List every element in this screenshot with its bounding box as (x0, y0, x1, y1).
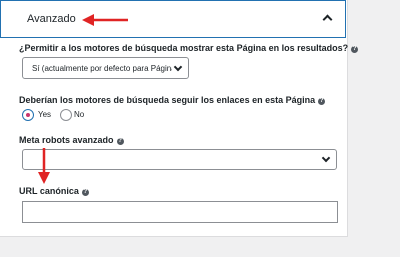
advanced-accordion-toggle[interactable]: Avanzado (0, 0, 346, 38)
radio-no-label[interactable]: No (74, 110, 84, 119)
question-circle-icon[interactable]: ? (318, 98, 326, 105)
chevron-down-icon (321, 153, 331, 163)
meta-robots-label: Meta robots avanzado? (19, 135, 124, 145)
radio-yes[interactable] (22, 109, 34, 121)
radio-yes-label[interactable]: Yes (38, 110, 51, 119)
annotation-arrow-down-icon (38, 148, 50, 184)
canonical-label-text: URL canónica (19, 186, 79, 196)
canonical-url-input[interactable] (22, 201, 338, 223)
meta-robots-select[interactable] (22, 149, 337, 170)
chevron-up-icon (322, 14, 333, 25)
search-index-label: ¿Permitir a los motores de búsqueda most… (19, 43, 359, 53)
advanced-settings-panel: Avanzado ¿Permitir a los motores de búsq… (0, 0, 359, 237)
radio-no[interactable] (60, 109, 72, 121)
annotation-arrow-left-icon (82, 14, 128, 26)
canonical-label: URL canónica? (19, 186, 89, 196)
search-index-selected-value: Sí (actualmente por defecto para Páginas… (32, 64, 172, 73)
follow-links-label: Deberían los motores de búsqueda seguir … (19, 95, 326, 105)
question-circle-icon[interactable]: ? (351, 46, 359, 53)
meta-robots-label-text: Meta robots avanzado (19, 135, 114, 145)
question-circle-icon[interactable]: ? (81, 189, 89, 196)
section-title: Avanzado (27, 13, 76, 25)
search-index-label-text: ¿Permitir a los motores de búsqueda most… (19, 43, 349, 53)
follow-links-label-text: Deberían los motores de búsqueda seguir … (19, 95, 316, 105)
chevron-down-icon (173, 62, 183, 72)
search-index-select[interactable]: Sí (actualmente por defecto para Páginas… (22, 57, 189, 79)
question-circle-icon[interactable]: ? (116, 138, 124, 145)
